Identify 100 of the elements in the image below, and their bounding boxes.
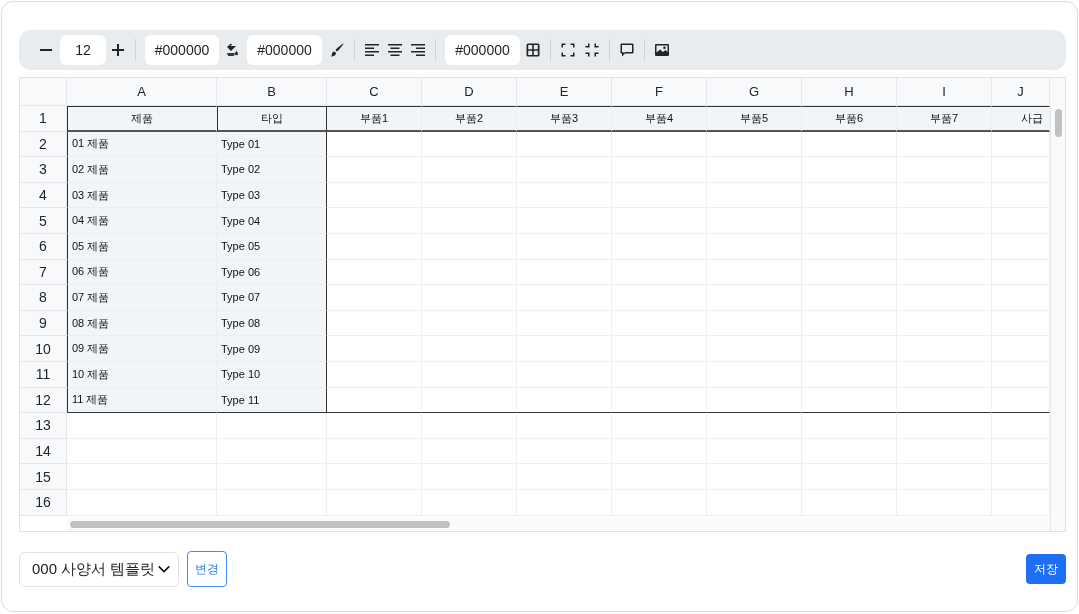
- table-cell[interactable]: 04 제품: [67, 208, 217, 234]
- column-header[interactable]: B: [217, 78, 327, 106]
- color-field[interactable]: #000000: [247, 35, 322, 65]
- color-field[interactable]: #000000: [445, 35, 520, 65]
- row-header[interactable]: 4: [20, 182, 67, 209]
- table-cell[interactable]: 03 제품: [67, 182, 217, 209]
- row-header[interactable]: 7: [20, 259, 67, 286]
- row-header[interactable]: 6: [20, 233, 67, 260]
- table-icon[interactable]: [525, 42, 541, 58]
- align-right-icon[interactable]: [410, 42, 426, 58]
- table-cell[interactable]: Type 10: [217, 361, 327, 388]
- row-header[interactable]: 8: [20, 285, 67, 311]
- empty-cell[interactable]: [707, 387, 802, 414]
- column-header[interactable]: A: [67, 78, 217, 106]
- header-cell[interactable]: 부품7: [897, 106, 992, 132]
- empty-cell[interactable]: [897, 131, 992, 158]
- header-cell[interactable]: 부품2: [422, 106, 517, 132]
- empty-cell[interactable]: [802, 413, 897, 439]
- color-field[interactable]: #000000: [145, 35, 219, 65]
- table-cell[interactable]: 10 제품: [67, 361, 217, 388]
- empty-cell[interactable]: [612, 413, 707, 439]
- expand-icon[interactable]: [560, 42, 576, 58]
- empty-cell[interactable]: [422, 387, 517, 414]
- row-header[interactable]: 16: [20, 489, 67, 516]
- vertical-scrollbar[interactable]: [1050, 106, 1065, 531]
- table-cell[interactable]: 11 제품: [67, 387, 217, 414]
- font-size-field[interactable]: 12: [60, 35, 106, 65]
- empty-cell[interactable]: [422, 413, 517, 439]
- column-header[interactable]: C: [327, 78, 422, 106]
- empty-cell[interactable]: [707, 413, 802, 439]
- row-header[interactable]: 12: [20, 387, 67, 414]
- column-header[interactable]: F: [612, 78, 707, 106]
- table-cell[interactable]: Type 09: [217, 336, 327, 362]
- template-select[interactable]: 000 사양서 템플릿: [19, 551, 180, 587]
- row-header[interactable]: 9: [20, 310, 67, 337]
- horizontal-scrollbar[interactable]: [67, 518, 1050, 531]
- column-header[interactable]: E: [517, 78, 612, 106]
- header-cell[interactable]: 부품6: [802, 106, 897, 132]
- table-cell[interactable]: 02 제품: [67, 157, 217, 183]
- row-header[interactable]: 10: [20, 336, 67, 362]
- table-cell[interactable]: 07 제품: [67, 285, 217, 311]
- table-cell[interactable]: Type 07: [217, 285, 327, 311]
- row-header[interactable]: 14: [20, 438, 67, 465]
- collapse-icon[interactable]: [584, 42, 600, 58]
- column-header[interactable]: J: [992, 78, 1050, 106]
- paint-bucket-icon[interactable]: [225, 42, 241, 58]
- row-header[interactable]: 15: [20, 464, 67, 490]
- table-cell[interactable]: Type 05: [217, 233, 327, 260]
- empty-cell[interactable]: [802, 387, 897, 414]
- table-cell[interactable]: Type 03: [217, 182, 327, 209]
- header-cell[interactable]: 부품1: [327, 106, 422, 132]
- row-header[interactable]: 3: [20, 157, 67, 183]
- empty-cell[interactable]: [517, 413, 612, 439]
- table-cell[interactable]: Type 02: [217, 157, 327, 183]
- table-cell[interactable]: 08 제품: [67, 310, 217, 337]
- header-cell[interactable]: 부품3: [517, 106, 612, 132]
- scrollbar-thumb[interactable]: [70, 521, 450, 528]
- table-cell[interactable]: 09 제품: [67, 336, 217, 362]
- empty-cell[interactable]: [217, 413, 327, 439]
- row-header[interactable]: 5: [20, 208, 67, 234]
- table-cell[interactable]: Type 08: [217, 310, 327, 337]
- comment-icon[interactable]: [619, 42, 635, 58]
- header-cell[interactable]: 부품5: [707, 106, 802, 132]
- table-cell[interactable]: 01 제품: [67, 131, 217, 158]
- row-header[interactable]: 13: [20, 413, 67, 439]
- empty-cell[interactable]: [422, 131, 517, 158]
- empty-cell[interactable]: [897, 387, 992, 414]
- save-button[interactable]: 저장: [1026, 554, 1066, 584]
- table-cell[interactable]: Type 11: [217, 387, 327, 414]
- empty-cell[interactable]: [612, 131, 707, 158]
- empty-cell[interactable]: [802, 131, 897, 158]
- empty-cell[interactable]: [517, 387, 612, 414]
- column-header[interactable]: H: [802, 78, 897, 106]
- row-header[interactable]: 11: [20, 361, 67, 388]
- row-header[interactable]: 1: [20, 106, 67, 132]
- align-center-icon[interactable]: [387, 42, 403, 58]
- change-button[interactable]: 변경: [187, 551, 228, 587]
- empty-cell[interactable]: [897, 413, 992, 439]
- column-header[interactable]: G: [707, 78, 802, 106]
- table-cell[interactable]: Type 04: [217, 208, 327, 234]
- column-header[interactable]: I: [897, 78, 992, 106]
- image-icon[interactable]: [654, 42, 670, 58]
- paintbrush-icon[interactable]: [329, 42, 345, 58]
- table-cell[interactable]: 05 제품: [67, 233, 217, 260]
- header-cell[interactable]: 제품: [67, 106, 217, 132]
- scrollbar-thumb[interactable]: [1054, 109, 1062, 137]
- plus-icon[interactable]: [110, 42, 126, 58]
- header-cell[interactable]: 부품4: [612, 106, 707, 132]
- table-cell[interactable]: Type 01: [217, 131, 327, 158]
- header-cell[interactable]: 사급: [992, 106, 1050, 132]
- header-cell[interactable]: 타입: [217, 106, 327, 132]
- empty-cell[interactable]: [517, 131, 612, 158]
- empty-cell[interactable]: [327, 413, 422, 439]
- table-cell[interactable]: Type 06: [217, 259, 327, 286]
- row-header[interactable]: 2: [20, 131, 67, 158]
- column-header[interactable]: D: [422, 78, 517, 106]
- empty-cell[interactable]: [612, 387, 707, 414]
- empty-cell[interactable]: [707, 131, 802, 158]
- align-left-icon[interactable]: [364, 42, 380, 58]
- table-cell[interactable]: 06 제품: [67, 259, 217, 286]
